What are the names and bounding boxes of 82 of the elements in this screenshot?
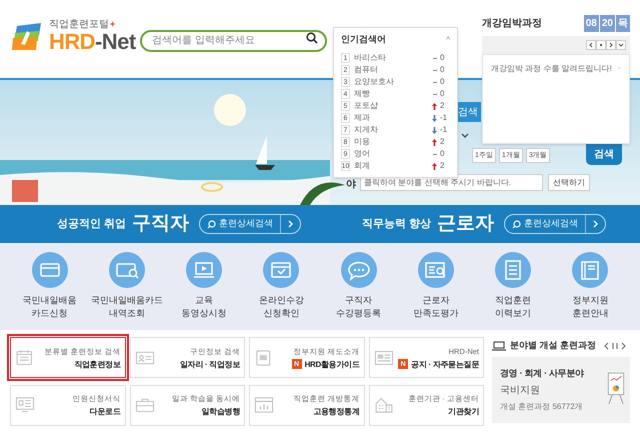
- laptop-icon: [492, 340, 506, 350]
- panel-title: 개강임박과정: [482, 17, 542, 31]
- course-count: 개설 훈련과정 56772개: [500, 400, 584, 413]
- rank-change: 2: [440, 160, 446, 172]
- card-title: 직업훈련정보: [74, 358, 120, 370]
- section-title: 분야별 개설 훈련과정: [510, 338, 596, 352]
- keyword-link[interactable]: 지게차: [354, 124, 378, 136]
- rank-change: 2: [440, 100, 446, 112]
- menu-icon[interactable]: [495, 252, 532, 288]
- menu-icon[interactable]: [263, 252, 300, 288]
- logo-net-text: -Net: [95, 31, 136, 53]
- chevron-down-icon[interactable]: [461, 133, 469, 139]
- card-title: 공지 · 자주묻는질문: [411, 358, 479, 370]
- search-field[interactable]: 검색어를 입력해주세요: [140, 30, 327, 52]
- rank-change: -1: [440, 124, 448, 136]
- card-icon: [374, 395, 394, 415]
- audience-title: 근로자: [437, 212, 494, 236]
- card-title: 일학습병행: [201, 406, 240, 418]
- search-icon[interactable]: [306, 32, 318, 44]
- keyword-link[interactable]: 컴퓨터: [354, 64, 378, 76]
- detail-search-button[interactable]: 훈련상세검색: [504, 214, 606, 234]
- rank-change: 0: [440, 52, 446, 64]
- pager-controls-icon[interactable]: [586, 40, 626, 50]
- audience-subtitle: 직무능력 향상: [362, 216, 432, 232]
- rank-change: 2: [440, 136, 446, 148]
- chevron-right-icon[interactable]: [592, 220, 599, 228]
- keyword-link[interactable]: 영어: [354, 148, 370, 160]
- course-banner[interactable]: 경영 · 회계 · 사무분야 국비지원 개설 훈련과정 56772개: [492, 357, 630, 423]
- quick-menu-link[interactable]: 국민내일배움 카드신청: [22, 294, 77, 320]
- card-title: HRD활용가이드: [304, 358, 360, 370]
- keyword-link[interactable]: 바리스타: [354, 52, 386, 64]
- menu-icon[interactable]: [418, 252, 454, 288]
- menu-icon[interactable]: [572, 252, 608, 288]
- logo-icon: [11, 22, 43, 50]
- menu-icon[interactable]: [108, 252, 145, 288]
- card-icon: [15, 395, 35, 415]
- audience-subtitle: 성공적인 취업: [57, 216, 126, 232]
- menu-icon[interactable]: [186, 252, 222, 288]
- carousel-controls-icon[interactable]: [604, 342, 626, 350]
- select-button[interactable]: 선택하기: [548, 174, 590, 191]
- plus-mark: +: [110, 20, 116, 29]
- card-title: 일자리 · 직업정보: [180, 358, 240, 370]
- panel-title: 인기검색어: [341, 33, 386, 46]
- card-icon: [15, 348, 35, 368]
- keyword-link[interactable]: 포토샵: [354, 100, 378, 112]
- rank-change: 0: [440, 76, 446, 88]
- form-label: 야: [346, 178, 356, 192]
- menu-icon[interactable]: [340, 252, 377, 288]
- panel-message: 개강임박 과정 수를 알려드립니다!: [491, 63, 612, 75]
- date-badge: 20: [600, 15, 615, 32]
- logo-tagline: 직업훈련포털: [49, 20, 109, 30]
- course-field: 경영 · 회계 · 사무분야: [500, 367, 606, 381]
- card-title: 기관찾기: [448, 406, 479, 418]
- keyword-link[interactable]: 미용: [354, 136, 370, 148]
- collapse-button[interactable]: ^: [446, 34, 450, 46]
- search-button[interactable]: 검색: [586, 143, 622, 165]
- rank-change: -1: [440, 112, 448, 124]
- menu-icon[interactable]: [32, 252, 68, 288]
- quick-menu-link[interactable]: 구직자 수강평등록: [336, 294, 382, 320]
- card-title: 다운로드: [90, 406, 120, 418]
- quick-menu-link[interactable]: 직업훈련 이력보기: [495, 294, 532, 320]
- date-badge: 목: [616, 15, 630, 32]
- rank-change: 0: [440, 64, 446, 76]
- card-title: 고용행정통계: [313, 406, 360, 418]
- rank-change: 0: [440, 148, 446, 160]
- quick-menu-link[interactable]: 근로자 만족도평가: [413, 294, 458, 320]
- keyword-link[interactable]: 제빵: [354, 88, 370, 100]
- keyword-link[interactable]: 요양보호사: [354, 76, 394, 88]
- chevron-right-icon[interactable]: [288, 220, 294, 228]
- quick-menu-link[interactable]: 교육 동영상시청: [182, 294, 227, 320]
- date-badge: 08: [584, 15, 599, 32]
- audience-title: 구직자: [132, 212, 190, 236]
- logo-hrd-text: HRD: [49, 31, 96, 53]
- rank-change: 0: [440, 88, 446, 100]
- quick-menu-link[interactable]: 온라인수강 신청확인: [258, 294, 304, 320]
- detail-search-button[interactable]: 훈련상세검색: [199, 214, 302, 234]
- keyword-link[interactable]: 회계: [354, 160, 370, 172]
- keyword-link[interactable]: 제과: [354, 112, 370, 124]
- card-icon: [254, 395, 274, 415]
- quick-menu-link[interactable]: 국민내일배움카드 내역조회: [90, 294, 163, 320]
- quick-menu-link[interactable]: 정부지원 훈련안내: [572, 294, 608, 320]
- course-support: 국비지원: [500, 384, 541, 398]
